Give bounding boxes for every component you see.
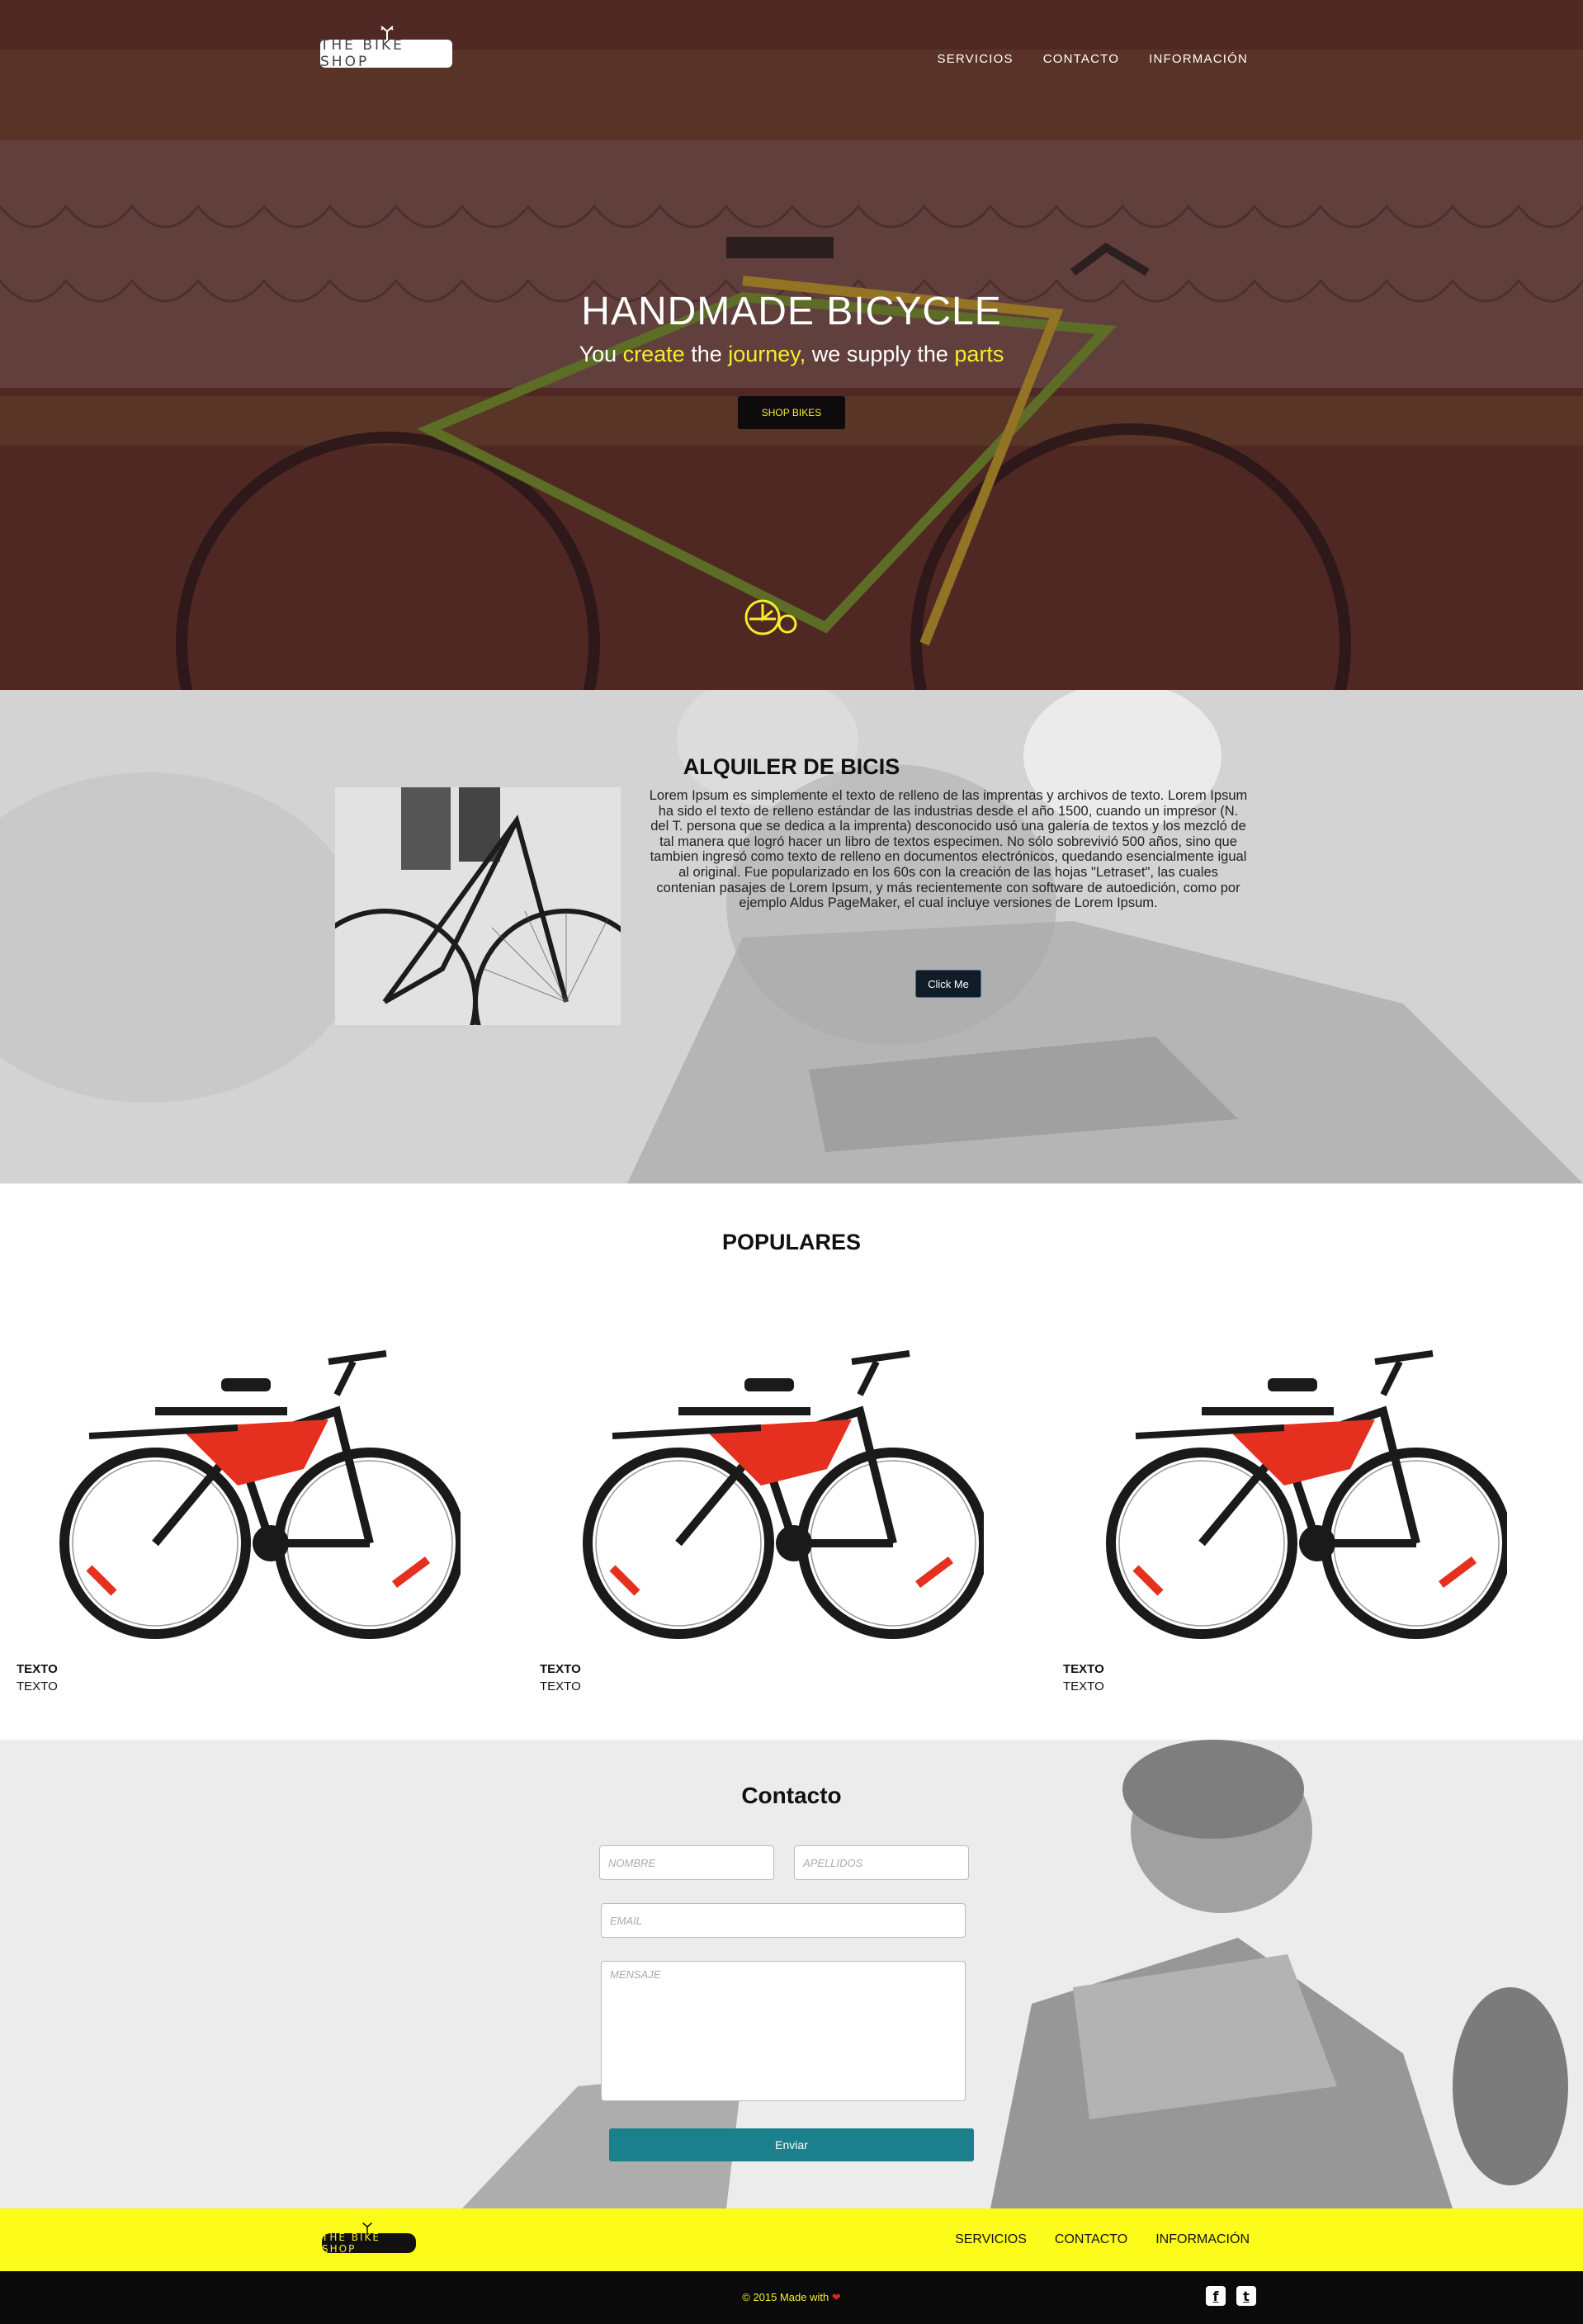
footer-nav-contacto[interactable]: CONTACTO	[1055, 2232, 1127, 2247]
footer-nav-informacion[interactable]: INFORMACIÓN	[1155, 2232, 1250, 2247]
product-title: TEXTO	[540, 1662, 581, 1676]
product-title: TEXTO	[1063, 1662, 1104, 1676]
product-subtitle: TEXTO	[540, 1679, 581, 1693]
rental-title: ALQUILER DE BICIS	[683, 754, 900, 779]
logo[interactable]: THE BIKE SHOP	[320, 26, 452, 70]
rental-description: Lorem Ipsum es simplemente el texto de r…	[649, 788, 1248, 911]
bicycle-image	[59, 1350, 465, 1639]
rental-bike-photo	[335, 787, 621, 1025]
rental-section: ALQUILER DE BICIS Lorem Ipsum es simplem…	[0, 690, 1583, 1183]
nav-servicios[interactable]: SERVICIOS	[938, 52, 1014, 66]
bicycle-wheel-icon[interactable]	[741, 596, 801, 639]
nav-contacto[interactable]: CONTACTO	[1043, 52, 1119, 66]
facebook-icon[interactable]: f	[1206, 2286, 1226, 2306]
heart-icon: ❤	[831, 2291, 841, 2303]
hero-section: THE BIKE SHOP SERVICIOS CONTACTO INFORMA…	[0, 0, 1583, 690]
popular-title: POPULARES	[721, 1230, 862, 1254]
contact-section: Contacto Enviar	[0, 1740, 1583, 2208]
shop-bikes-button[interactable]: SHOP BIKES	[738, 396, 845, 429]
bottom-bar: © 2015 Made with ❤ f t	[0, 2271, 1583, 2324]
product-subtitle: TEXTO	[17, 1679, 58, 1693]
footer-logo-text: THE BIKE SHOP	[322, 2232, 380, 2255]
first-name-field[interactable]	[599, 1845, 774, 1880]
logo-text: THE BIKE SHOP	[320, 37, 404, 70]
email-field[interactable]	[601, 1903, 966, 1938]
last-name-field[interactable]	[794, 1845, 969, 1880]
copyright: © 2015 Made with ❤	[742, 2291, 841, 2303]
click-me-button[interactable]: Click Me	[915, 970, 981, 998]
top-navigation: SERVICIOS CONTACTO INFORMACIÓN	[938, 52, 1248, 66]
product-title: TEXTO	[17, 1662, 58, 1676]
product-subtitle: TEXTO	[1063, 1679, 1104, 1693]
bicycle-image	[583, 1350, 989, 1639]
antler-icon	[362, 2222, 372, 2233]
product-card[interactable]	[579, 1345, 989, 1642]
product-card[interactable]	[1103, 1345, 1512, 1642]
hero-subtitle: You create the journey, we supply the pa…	[579, 342, 1004, 366]
send-button[interactable]: Enviar	[609, 2128, 974, 2161]
nav-informacion[interactable]: INFORMACIÓN	[1149, 52, 1248, 66]
contact-title: Contacto	[741, 1783, 842, 1808]
bicycle-image	[1106, 1350, 1512, 1639]
footer: THE BIKE SHOP SERVICIOS CONTACTO INFORMA…	[0, 2208, 1583, 2271]
hero-title: HANDMADE BICYCLE	[581, 290, 1002, 333]
twitter-icon[interactable]: t	[1236, 2286, 1256, 2306]
footer-navigation: SERVICIOS CONTACTO INFORMACIÓN	[955, 2232, 1250, 2247]
product-card[interactable]	[56, 1345, 465, 1642]
footer-logo[interactable]: THE BIKE SHOP	[322, 2222, 416, 2255]
bicycle-illustration	[335, 787, 621, 1025]
antler-icon	[380, 26, 394, 40]
message-field[interactable]	[601, 1961, 966, 2101]
footer-nav-servicios[interactable]: SERVICIOS	[955, 2232, 1027, 2247]
